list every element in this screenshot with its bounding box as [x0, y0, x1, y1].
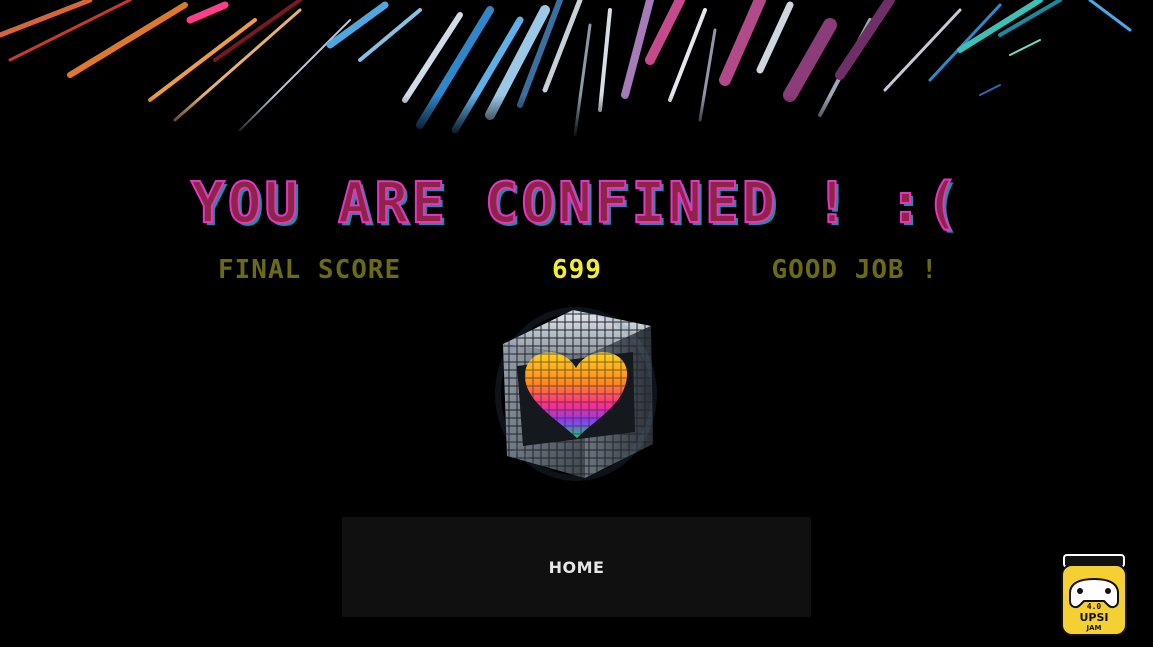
good-job-message: GOOD JOB ! — [771, 255, 938, 285]
score-row: FINAL SCORE 699 GOOD JOB ! — [218, 253, 938, 287]
heart-cube-icon — [495, 307, 657, 481]
logo-jam: JAM — [1086, 624, 1102, 632]
upsi-jam-logo: 4.0 UPSI JAM — [1060, 553, 1128, 637]
home-button[interactable]: HOME — [342, 517, 811, 617]
logo-upsi: UPSI — [1079, 611, 1108, 624]
jar-controller-icon: 4.0 UPSI JAM — [1061, 554, 1127, 636]
final-score-value: 699 — [552, 255, 602, 285]
light-burst-banner — [0, 0, 1153, 140]
game-over-screen: YOU ARE CONFINED ! :( FINAL SCORE 699 GO… — [0, 0, 1153, 647]
logo-version: 4.0 — [1087, 602, 1102, 611]
final-score-label: FINAL SCORE — [218, 255, 402, 285]
game-over-title: YOU ARE CONFINED ! :( — [190, 171, 962, 237]
